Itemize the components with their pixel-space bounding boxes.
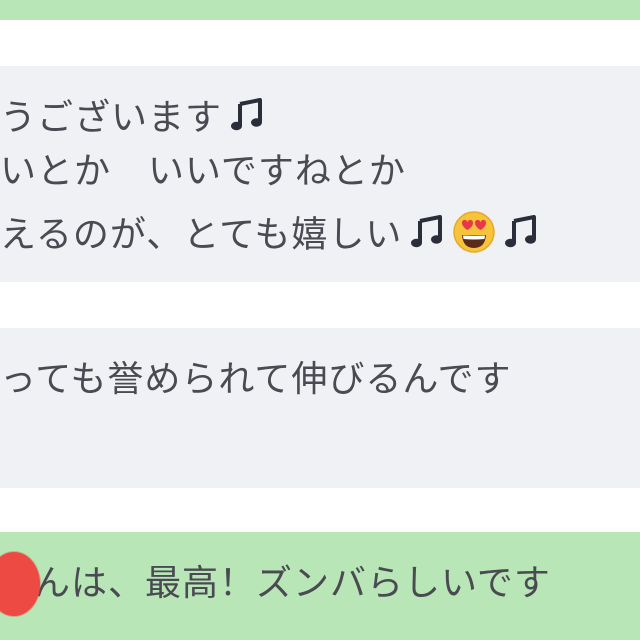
message-line: えるのが、とても嬉しい <box>0 210 538 263</box>
message-text: んは、最高！ズンバらしいです <box>34 563 551 604</box>
message-text: うございます <box>0 97 223 139</box>
outgoing-message-bubble-top[interactable] <box>0 0 640 20</box>
incoming-message-bubble[interactable]: っても誉められて伸びるんです <box>0 328 640 488</box>
message-line: うございます <box>0 98 264 141</box>
heart-eyes-emoji-icon <box>452 210 496 263</box>
outgoing-message-bubble[interactable]: んは、最高！ズンバらしいです <box>0 532 640 640</box>
message-text: えるのが、とても嬉しい <box>0 214 403 256</box>
music-note-icon <box>410 215 444 258</box>
message-text: っても誉められて伸びるんです <box>0 359 512 400</box>
message-text: いとか いいですねとか <box>0 151 406 192</box>
incoming-message-bubble[interactable]: うございます いとか いいですねとか えるのが、とても嬉しい <box>0 66 640 282</box>
message-line: いとか いいですねとか <box>0 152 406 192</box>
music-note-icon <box>230 98 264 141</box>
music-note-icon <box>504 215 538 258</box>
message-line: っても誉められて伸びるんです <box>0 360 512 400</box>
chat-screen: うございます いとか いいですねとか えるのが、とても嬉しい っても誉められて伸… <box>0 0 640 640</box>
message-line: んは、最高！ズンバらしいです <box>34 564 551 604</box>
